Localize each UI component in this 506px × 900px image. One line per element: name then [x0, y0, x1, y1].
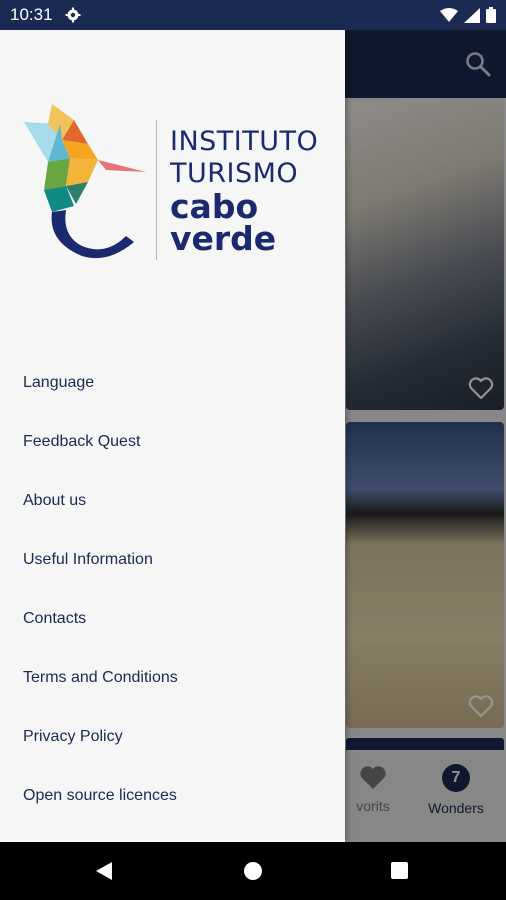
hummingbird-logo-icon — [24, 104, 146, 259]
menu-item-useful-information[interactable]: Useful Information — [0, 530, 345, 589]
instituto-turismo-logo: INSTITUTO TURISMO cabo verde — [22, 100, 332, 270]
signal-icon — [464, 7, 480, 23]
menu-item-open-source-licences[interactable]: Open source licences — [0, 766, 345, 825]
recent-apps-icon[interactable] — [391, 862, 408, 879]
logo-divider — [156, 120, 157, 260]
status-bar: 10:31 — [0, 0, 506, 30]
menu-item-about-us[interactable]: About us — [0, 471, 345, 530]
battery-icon — [486, 7, 496, 23]
system-navigation-bar — [0, 842, 506, 900]
status-time: 10:31 — [10, 5, 53, 24]
settings-icon — [65, 7, 81, 23]
navigation-drawer: INSTITUTO TURISMO cabo verde Language Fe… — [0, 30, 345, 842]
logo-text-verde: verde — [170, 219, 277, 258]
logo-text-turismo: TURISMO — [170, 158, 299, 189]
menu-item-privacy-policy[interactable]: Privacy Policy — [0, 707, 345, 766]
menu-item-language[interactable]: Language — [0, 353, 345, 412]
menu-item-feedback-quest[interactable]: Feedback Quest — [0, 412, 345, 471]
menu-item-contacts[interactable]: Contacts — [0, 589, 345, 648]
drawer-menu: Language Feedback Quest About us Useful … — [0, 353, 345, 825]
back-icon[interactable] — [96, 862, 112, 880]
home-icon[interactable] — [244, 862, 262, 880]
menu-item-terms-and-conditions[interactable]: Terms and Conditions — [0, 648, 345, 707]
logo-text-instituto: INSTITUTO — [170, 126, 319, 157]
wifi-icon — [440, 8, 458, 22]
